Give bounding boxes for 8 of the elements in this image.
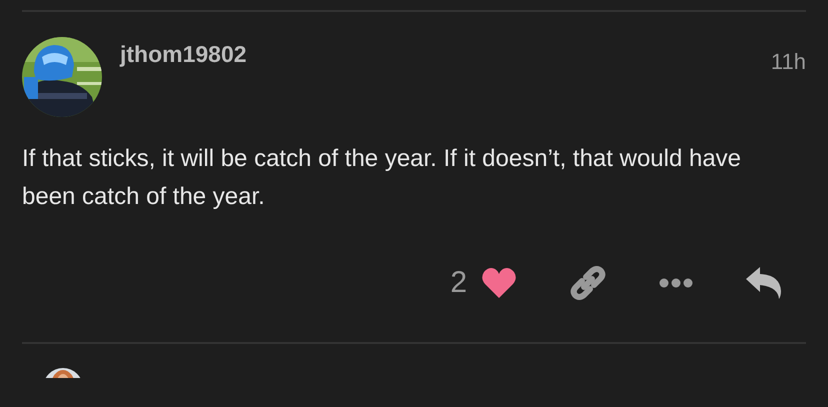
username[interactable]: jthom19802 bbox=[120, 41, 247, 68]
like-count[interactable]: 2 bbox=[450, 266, 467, 300]
post-text: If that sticks, it will be catch of the year. If it doesn’t, that would have been catch of the year. bbox=[22, 144, 742, 212]
heart-icon[interactable] bbox=[481, 267, 517, 299]
post-time[interactable]: 11h bbox=[770, 49, 806, 75]
more-icon[interactable] bbox=[659, 278, 693, 288]
link-icon[interactable] bbox=[570, 265, 606, 301]
reply-icon[interactable] bbox=[746, 267, 782, 299]
